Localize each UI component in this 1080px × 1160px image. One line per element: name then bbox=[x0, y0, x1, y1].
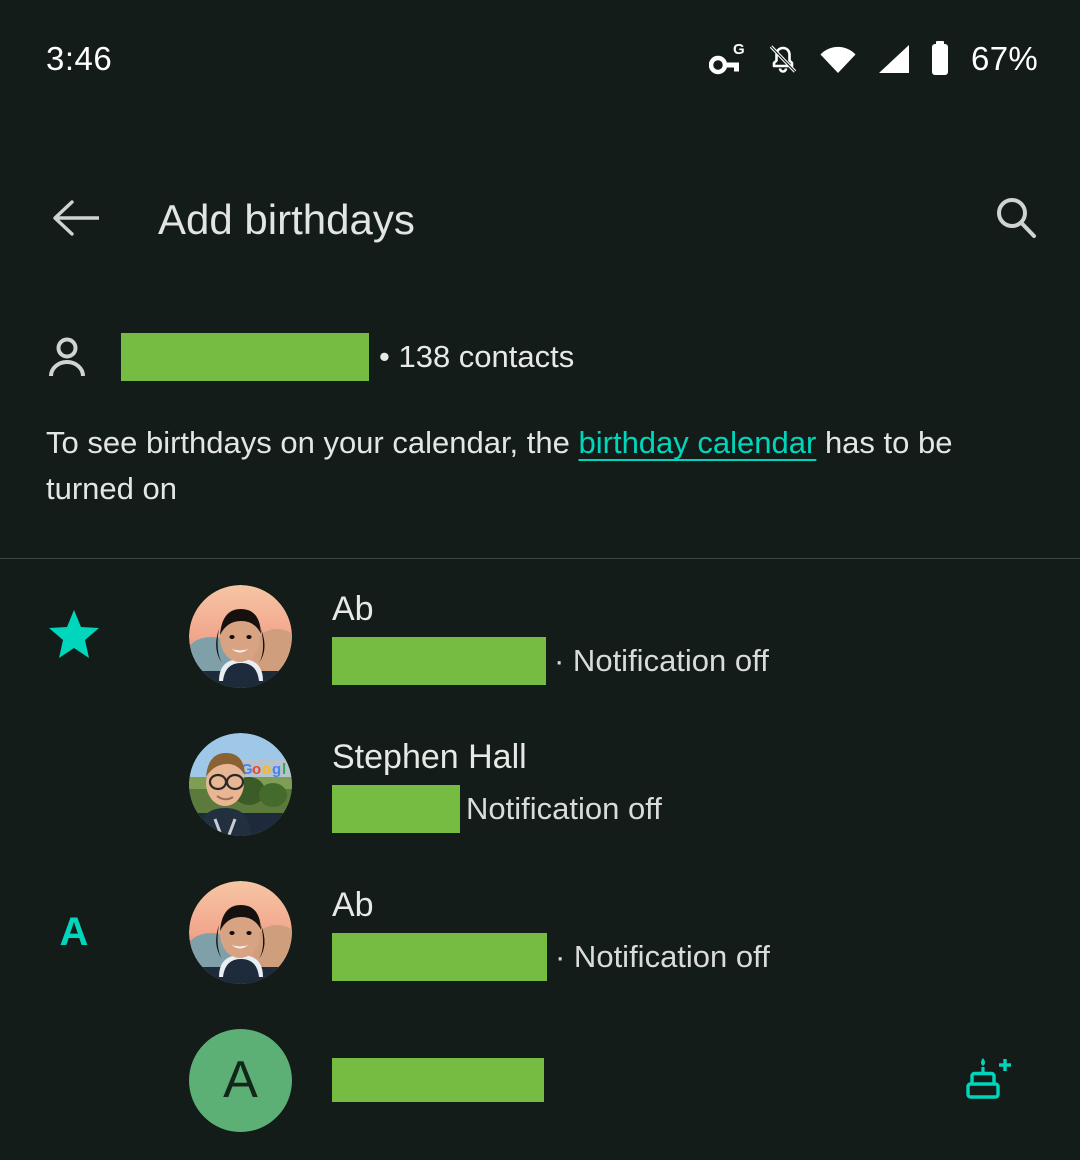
search-icon bbox=[991, 193, 1041, 248]
svg-text:o: o bbox=[252, 761, 261, 778]
contact-text-block: Stephen Hall Notification off bbox=[332, 735, 990, 833]
status-clock: 3:46 bbox=[46, 40, 113, 77]
info-text-before: To see birthdays on your calendar, the bbox=[46, 425, 579, 460]
svg-text:G: G bbox=[733, 41, 745, 58]
birthday-cake-add-icon bbox=[959, 1050, 1015, 1111]
section-divider bbox=[0, 558, 1080, 559]
contact-subtitle: Notification off bbox=[332, 785, 990, 833]
contact-name: Stephen Hall bbox=[332, 738, 527, 776]
contact-subtitle bbox=[332, 1056, 990, 1104]
search-button[interactable] bbox=[986, 190, 1046, 250]
notification-status: · Notification off bbox=[555, 939, 770, 974]
back-arrow-icon bbox=[50, 197, 102, 244]
table-row[interactable]: G o o g l Stephen Hall Notification off bbox=[0, 710, 1080, 858]
table-row[interactable]: A bbox=[0, 858, 1080, 1006]
notifications-off-icon bbox=[765, 41, 801, 77]
table-row[interactable]: A bbox=[0, 1006, 1080, 1154]
contact-text-block: Ab · Notification off bbox=[332, 883, 990, 981]
account-row[interactable]: • 138 contacts bbox=[0, 325, 1080, 389]
favorites-section-header bbox=[0, 608, 148, 665]
contact-subtitle: · Notification off bbox=[332, 933, 990, 981]
wifi-icon bbox=[817, 43, 859, 75]
account-contacts-count: • 138 contacts bbox=[379, 339, 575, 374]
cellular-signal-icon bbox=[875, 43, 913, 75]
svg-text:g: g bbox=[272, 761, 281, 778]
notification-status: Notification off bbox=[466, 791, 662, 826]
contact-name: Ab bbox=[332, 886, 374, 924]
vpn-key-g-icon: G bbox=[709, 41, 749, 77]
account-name-redaction bbox=[121, 333, 369, 381]
avatar bbox=[189, 584, 292, 688]
section-header-letter: A bbox=[59, 909, 89, 954]
svg-text:l: l bbox=[282, 761, 286, 778]
contact-detail-redaction bbox=[332, 637, 546, 685]
contact-detail-redaction bbox=[332, 933, 547, 981]
contact-text-block bbox=[332, 1056, 990, 1104]
person-icon bbox=[46, 336, 88, 378]
page-title: Add birthdays bbox=[158, 196, 415, 243]
contact-name-redaction bbox=[332, 1058, 544, 1102]
contact-name: Ab bbox=[332, 590, 374, 628]
table-row[interactable]: Ab · Notification off bbox=[0, 562, 1080, 710]
svg-text:o: o bbox=[262, 761, 271, 778]
contact-text-block: Ab · Notification off bbox=[332, 587, 990, 685]
avatar: G o o g l bbox=[189, 732, 292, 836]
avatar-monogram: A bbox=[189, 1028, 292, 1132]
birthday-calendar-info: To see birthdays on your calendar, the b… bbox=[0, 420, 1010, 512]
star-icon bbox=[47, 608, 101, 665]
birthday-calendar-link[interactable]: birthday calendar bbox=[579, 425, 817, 460]
contact-detail-redaction bbox=[332, 785, 460, 833]
status-bar: 3:46 G 67% bbox=[0, 0, 1080, 118]
contact-subtitle: · Notification off bbox=[332, 637, 990, 685]
back-button[interactable] bbox=[46, 190, 106, 250]
notification-status: · Notification off bbox=[554, 643, 769, 678]
avatar bbox=[189, 880, 292, 984]
app-bar: Add birthdays bbox=[0, 170, 1080, 270]
battery-percent-label: 67% bbox=[971, 40, 1038, 77]
status-icon-group: G 67% bbox=[709, 40, 1038, 78]
phone-screen: 3:46 G 67% Add birthdays • 138 contacts … bbox=[0, 0, 1080, 1160]
battery-icon bbox=[929, 41, 951, 77]
contact-list: Ab · Notification off G o o g l Stephen … bbox=[0, 562, 1080, 1154]
add-birthday-button[interactable] bbox=[958, 1051, 1016, 1109]
